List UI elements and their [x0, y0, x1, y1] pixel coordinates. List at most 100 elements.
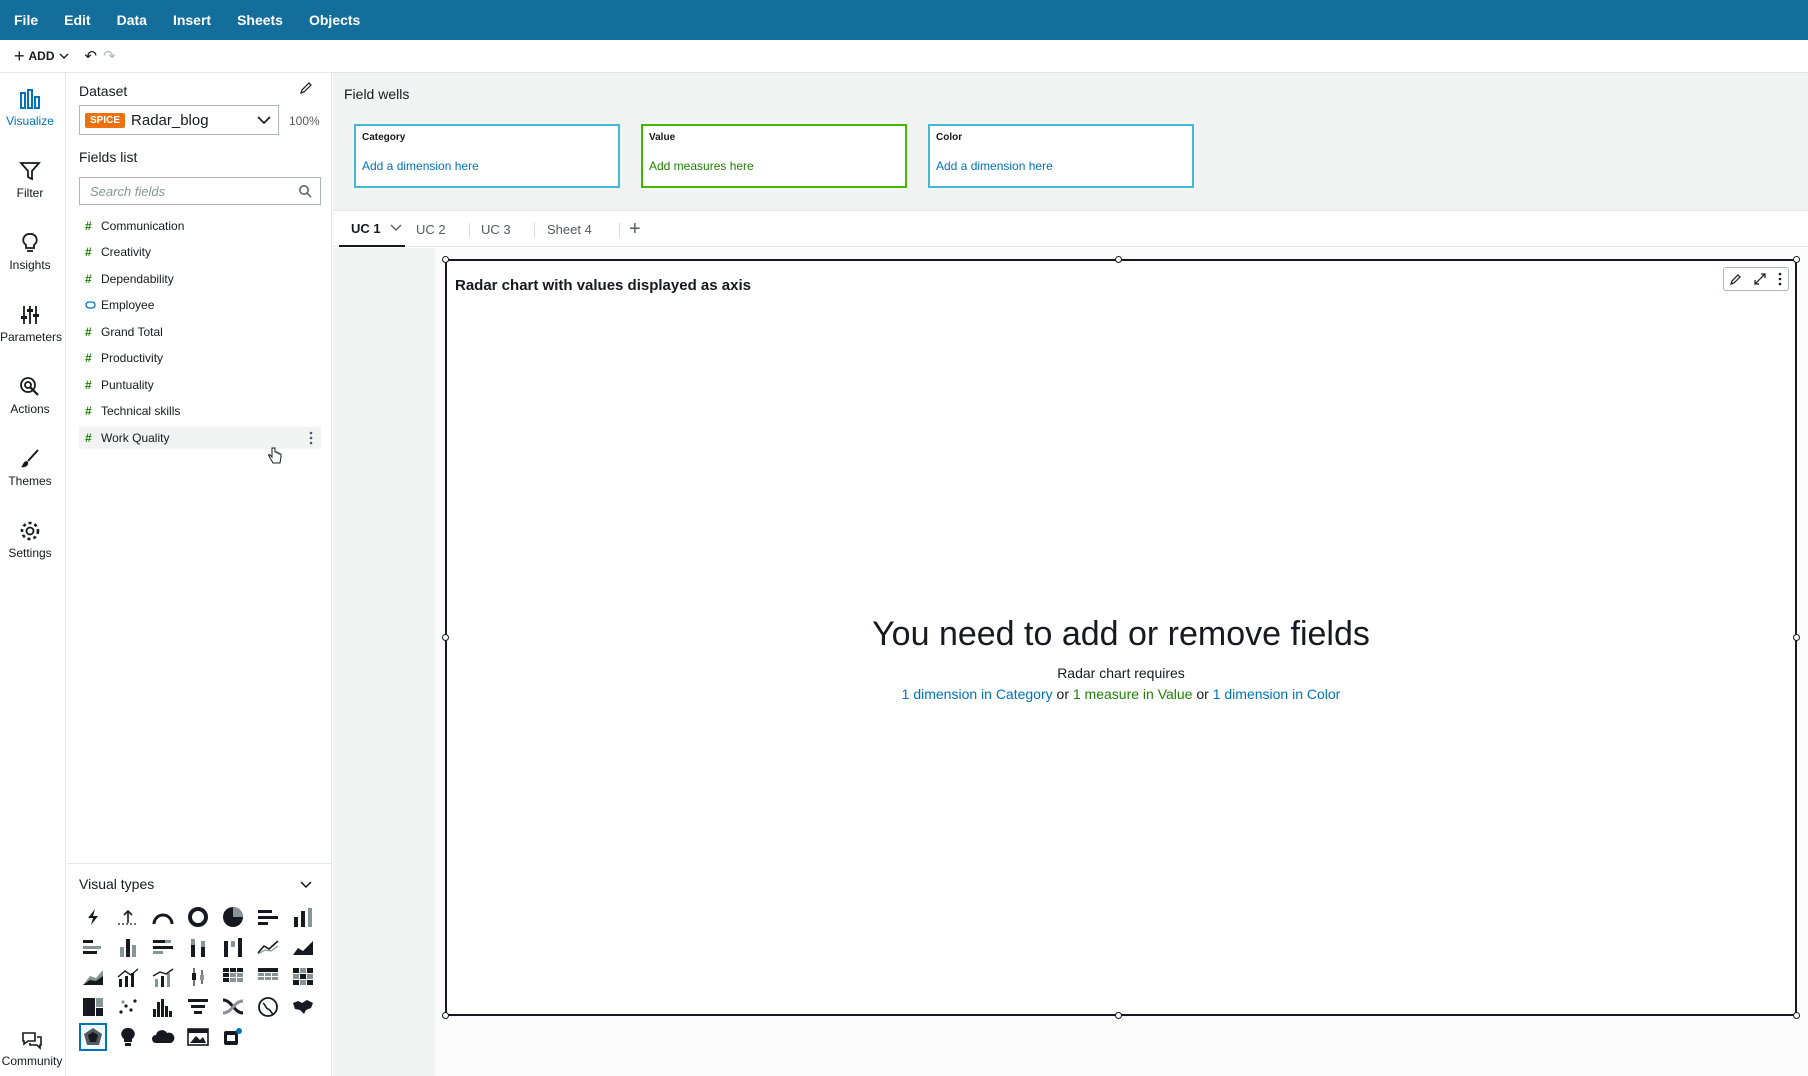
search-fields-input[interactable]: Search fields: [79, 177, 321, 205]
field-item[interactable]: # Grand Total: [79, 321, 321, 343]
pivot-table-icon[interactable]: [219, 963, 247, 991]
field-item[interactable]: # Dependability: [79, 268, 321, 290]
field-item[interactable]: # Productivity: [79, 347, 321, 369]
stacked-combo-icon[interactable]: [149, 963, 177, 991]
kpi-icon[interactable]: [79, 903, 107, 931]
menu-file[interactable]: File: [14, 12, 38, 28]
kpi-upload-icon[interactable]: [114, 903, 142, 931]
chevron-down-icon: [59, 53, 69, 59]
area-chart-icon[interactable]: [289, 933, 317, 961]
req-category-link[interactable]: 1 dimension in Category: [902, 686, 1053, 702]
req-color-link[interactable]: 1 dimension in Color: [1213, 686, 1341, 702]
color-well[interactable]: Color Add a dimension here: [928, 124, 1194, 188]
add-button[interactable]: + ADD: [14, 47, 69, 65]
search-placeholder: Search fields: [90, 183, 166, 199]
image-icon[interactable]: [184, 1023, 212, 1051]
waterfall-icon[interactable]: [219, 933, 247, 961]
horizontal-bar-icon[interactable]: [254, 903, 282, 931]
redo-button[interactable]: ↷: [103, 47, 116, 65]
resize-handle[interactable]: [1115, 256, 1122, 263]
insight-icon[interactable]: [114, 1023, 142, 1051]
tab-uc2[interactable]: UC 2: [416, 211, 446, 247]
or-text: or: [1196, 686, 1209, 702]
field-name: Employee: [101, 298, 155, 312]
field-wells-title: Field wells: [344, 86, 410, 102]
tab-uc3[interactable]: UC 3: [481, 211, 511, 247]
line-chart-icon[interactable]: [254, 933, 282, 961]
more-options-icon[interactable]: [1778, 272, 1782, 286]
field-item[interactable]: # Communication: [79, 215, 321, 237]
chevron-down-icon[interactable]: [389, 223, 403, 233]
tab-label: UC 2: [416, 221, 446, 237]
add-label: ADD: [28, 49, 55, 63]
well-name: Value: [649, 132, 676, 143]
table-icon[interactable]: [254, 963, 282, 991]
scatter-plot-icon[interactable]: [114, 993, 142, 1021]
vertical-bar-icon[interactable]: [289, 903, 317, 931]
expand-icon[interactable]: [1754, 273, 1766, 285]
filled-map-icon[interactable]: [289, 993, 317, 1021]
field-item[interactable]: # Work Quality: [79, 427, 321, 449]
heat-map-icon[interactable]: [289, 963, 317, 991]
stacked-bar-icon[interactable]: [149, 933, 177, 961]
resize-handle[interactable]: [1793, 1012, 1800, 1019]
rail-visualize[interactable]: Visualize: [0, 87, 60, 128]
gauge-icon[interactable]: [149, 903, 177, 931]
field-name: Work Quality: [101, 431, 170, 445]
custom-visual-icon[interactable]: [219, 1023, 247, 1051]
rail-actions[interactable]: Actions: [0, 375, 60, 416]
menu-edit[interactable]: Edit: [64, 12, 90, 28]
funnel-icon[interactable]: [184, 993, 212, 1021]
menu-insert[interactable]: Insert: [173, 12, 211, 28]
field-item[interactable]: # Creativity: [79, 241, 321, 263]
donut-icon[interactable]: [184, 903, 212, 931]
bar-line-combo-icon[interactable]: [114, 963, 142, 991]
chevron-down-icon[interactable]: [300, 881, 312, 889]
clustered-column-icon[interactable]: [114, 933, 142, 961]
resize-handle[interactable]: [1115, 1012, 1122, 1019]
resize-handle[interactable]: [442, 1012, 449, 1019]
rail-settings[interactable]: Settings: [0, 519, 60, 560]
rail-community[interactable]: Community: [0, 1030, 64, 1068]
dataset-selector[interactable]: SPICE Radar_blog: [79, 105, 279, 135]
resize-handle[interactable]: [442, 256, 449, 263]
rail-insights[interactable]: Insights: [0, 231, 60, 272]
menu-objects[interactable]: Objects: [309, 12, 360, 28]
field-item[interactable]: # Technical skills: [79, 400, 321, 422]
tree-map-icon[interactable]: [79, 993, 107, 1021]
tab-label: Sheet 4: [547, 221, 592, 237]
fields-list-title: Fields list: [79, 149, 138, 165]
clustered-bar-icon[interactable]: [79, 933, 107, 961]
value-well[interactable]: Value Add measures here: [641, 124, 907, 188]
tab-sheet4[interactable]: Sheet 4: [547, 211, 592, 247]
pencil-icon[interactable]: [1730, 273, 1742, 285]
well-prompt: Add a dimension here: [936, 159, 1053, 173]
radar-chart-icon[interactable]: [79, 1023, 107, 1051]
category-well[interactable]: Category Add a dimension here: [354, 124, 620, 188]
add-sheet-button[interactable]: +: [629, 211, 641, 247]
tab-separator: [619, 223, 620, 237]
req-value-link[interactable]: 1 measure in Value: [1073, 686, 1193, 702]
tab-uc1[interactable]: UC 1: [339, 211, 405, 247]
resize-handle[interactable]: [1793, 256, 1800, 263]
sankey-icon[interactable]: [219, 993, 247, 1021]
pie-icon[interactable]: [219, 903, 247, 931]
more-options-icon[interactable]: [309, 431, 313, 445]
field-item[interactable]: # Puntuality: [79, 374, 321, 396]
tab-separator: [534, 223, 535, 237]
undo-button[interactable]: ↶: [85, 47, 98, 65]
geo-map-icon[interactable]: [254, 993, 282, 1021]
rail-filter[interactable]: Filter: [0, 159, 60, 200]
histogram-icon[interactable]: [149, 993, 177, 1021]
field-item[interactable]: Employee: [79, 294, 321, 316]
stacked-area-icon[interactable]: [79, 963, 107, 991]
rail-parameters[interactable]: Parameters: [0, 303, 62, 344]
word-cloud-icon[interactable]: [149, 1023, 177, 1051]
box-plot-icon[interactable]: [184, 963, 212, 991]
pencil-icon[interactable]: [299, 81, 313, 95]
rail-themes[interactable]: Themes: [0, 447, 60, 488]
stacked-column-icon[interactable]: [184, 933, 212, 961]
radar-visual[interactable]: Radar chart with values displayed as axi…: [442, 256, 1800, 1019]
menu-data[interactable]: Data: [117, 12, 147, 28]
menu-sheets[interactable]: Sheets: [237, 12, 283, 28]
